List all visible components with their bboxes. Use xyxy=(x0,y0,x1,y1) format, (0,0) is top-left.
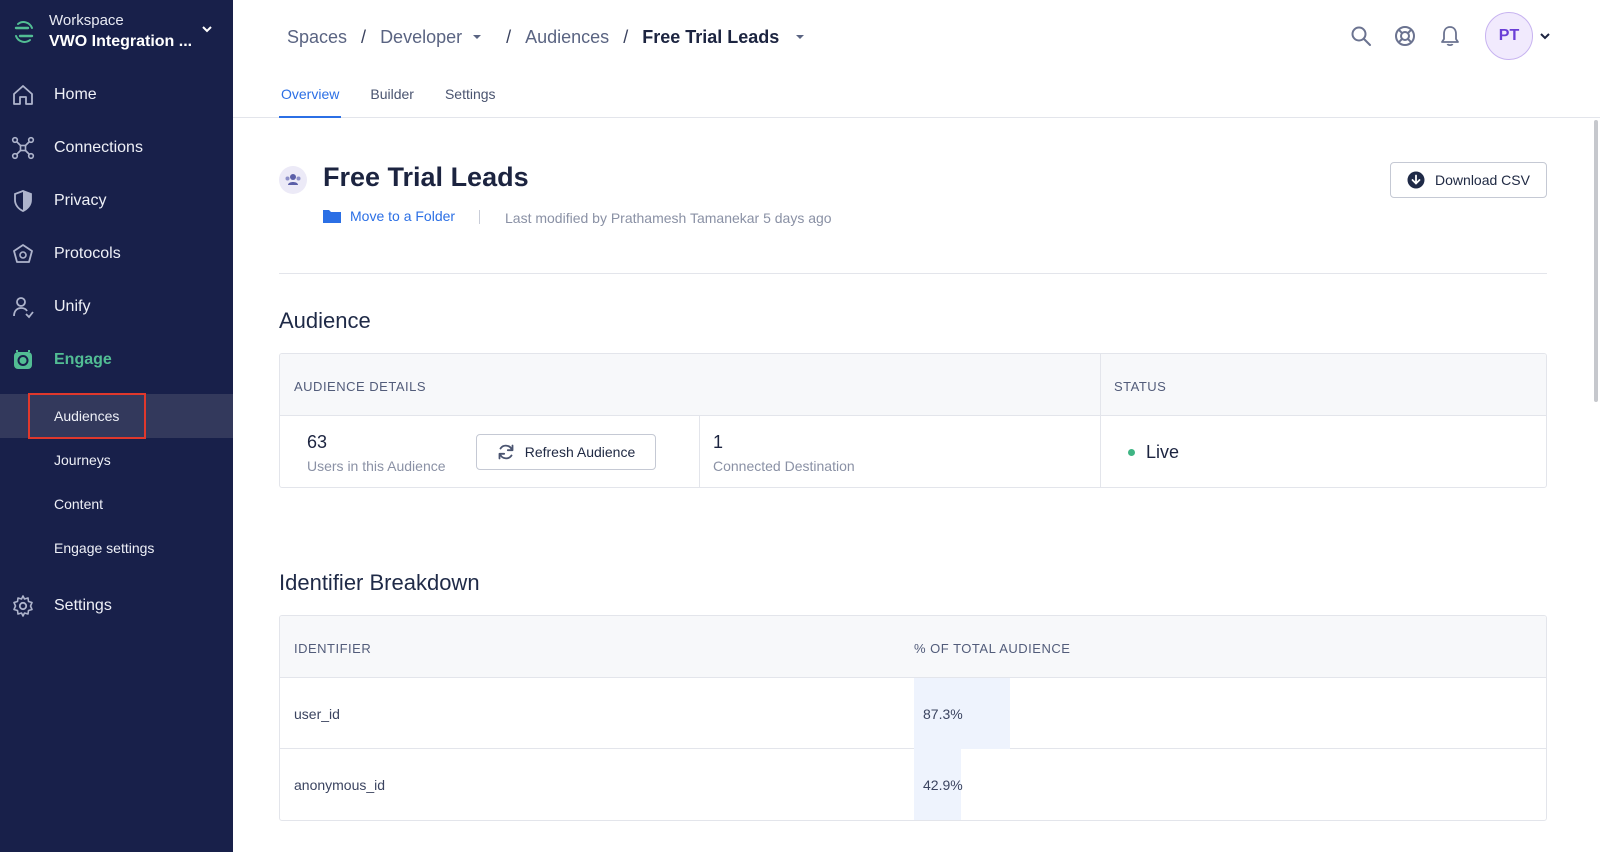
sidebar-item-privacy[interactable]: Privacy xyxy=(0,179,233,223)
workspace-label: Workspace xyxy=(49,12,124,29)
status-badge: Live xyxy=(1146,442,1180,462)
move-to-folder-link[interactable]: Move to a Folder xyxy=(323,208,455,224)
sidebar-subitem-content[interactable]: Content xyxy=(0,482,233,526)
sidebar-item-settings[interactable]: Settings xyxy=(0,584,233,628)
sidebar-item-label: Protocols xyxy=(54,245,121,262)
page-title: Free Trial Leads xyxy=(323,162,529,192)
sidebar-subitem-label: Content xyxy=(54,496,104,512)
sidebar-item-label: Privacy xyxy=(54,192,107,209)
sidebar-subitem-journeys[interactable]: Journeys xyxy=(0,438,233,482)
workspace-switcher[interactable]: Workspace VWO Integration ... xyxy=(12,10,222,56)
identifier-breakdown-table: IDENTIFIER % OF TOTAL AUDIENCE user_id 8… xyxy=(279,615,1547,821)
user-avatar[interactable]: PT xyxy=(1485,12,1533,60)
sidebar-item-label: Engage xyxy=(54,351,112,368)
audience-card-body: 63 Users in this Audience Refresh Audien… xyxy=(280,416,1546,487)
live-status-dot xyxy=(1128,449,1135,456)
caret-down-icon[interactable] xyxy=(795,32,805,42)
home-icon xyxy=(13,85,33,105)
sidebar-item-engage[interactable]: Engage xyxy=(0,338,233,382)
protocols-icon xyxy=(13,244,33,263)
breadcrumb: Spaces / Developer / Audiences / Free Tr… xyxy=(287,24,805,50)
folder-icon xyxy=(323,210,341,223)
breadcrumb-separator: / xyxy=(506,26,512,47)
download-csv-button[interactable]: Download CSV xyxy=(1390,162,1547,198)
refresh-icon xyxy=(498,444,514,460)
destinations-label: Connected Destination xyxy=(713,458,855,474)
download-icon xyxy=(1407,171,1425,189)
shield-icon xyxy=(14,190,32,212)
last-modified-text: Last modified by Prathamesh Tamanekar 5 … xyxy=(505,210,832,226)
meta-divider xyxy=(479,210,480,224)
sidebar-subitem-label: Engage settings xyxy=(54,540,155,556)
users-count: 63 xyxy=(307,432,328,452)
sidebar-item-label: Unify xyxy=(54,298,91,315)
top-bar: Spaces / Developer / Audiences / Free Tr… xyxy=(233,0,1600,118)
status-header: STATUS xyxy=(1114,379,1167,394)
sidebar-item-home[interactable]: Home xyxy=(0,73,233,117)
sidebar-item-label: Connections xyxy=(54,139,143,156)
refresh-audience-button[interactable]: Refresh Audience xyxy=(476,434,656,470)
audience-icon xyxy=(279,166,307,194)
gear-icon xyxy=(13,595,33,617)
bell-icon[interactable] xyxy=(1439,25,1461,47)
chevron-down-icon[interactable] xyxy=(1539,30,1551,42)
identifier-percent: 42.9% xyxy=(923,777,963,793)
sidebar-subitem-label: Journeys xyxy=(54,452,111,468)
identifier-name: anonymous_id xyxy=(294,777,386,793)
search-icon[interactable] xyxy=(1350,25,1372,47)
table-row: anonymous_id 42.9% xyxy=(280,749,1546,820)
breadcrumb-spaces[interactable]: Spaces xyxy=(287,27,347,48)
breadcrumb-separator: / xyxy=(623,26,629,47)
tab-builder[interactable]: Builder xyxy=(368,80,416,118)
sidebar-item-connections[interactable]: Connections xyxy=(0,126,233,170)
breadcrumb-separator: / xyxy=(361,26,367,47)
help-icon[interactable] xyxy=(1394,25,1416,47)
download-csv-label: Download CSV xyxy=(1435,172,1530,188)
audience-details-card: AUDIENCE DETAILS STATUS 63 Users in this… xyxy=(279,353,1547,488)
identifier-percent: 87.3% xyxy=(923,706,963,722)
connections-icon xyxy=(11,136,35,160)
breadcrumb-developer[interactable]: Developer xyxy=(380,27,462,48)
sidebar-item-label: Home xyxy=(54,86,97,103)
column-header-percent: % OF TOTAL AUDIENCE xyxy=(914,641,1071,656)
sidebar: Workspace VWO Integration ... Home Conne… xyxy=(0,0,233,852)
audience-card-header: AUDIENCE DETAILS STATUS xyxy=(280,354,1546,416)
refresh-audience-label: Refresh Audience xyxy=(524,444,636,460)
workspace-name: VWO Integration ... xyxy=(49,33,193,50)
identifier-section-title: Identifier Breakdown xyxy=(279,570,480,595)
page-tabs: Overview Builder Settings xyxy=(279,80,525,118)
caret-down-icon[interactable] xyxy=(472,32,482,42)
breadcrumb-audiences[interactable]: Audiences xyxy=(525,27,609,48)
segment-logo-icon xyxy=(14,21,34,43)
main-content: Free Trial Leads Move to a Folder Last m… xyxy=(233,118,1600,852)
tab-settings[interactable]: Settings xyxy=(443,80,498,118)
column-header-identifier: IDENTIFIER xyxy=(294,641,372,656)
sidebar-item-protocols[interactable]: Protocols xyxy=(0,232,233,276)
identifier-table-header: IDENTIFIER % OF TOTAL AUDIENCE xyxy=(280,616,1546,678)
users-label: Users in this Audience xyxy=(307,458,446,474)
chevron-down-icon[interactable] xyxy=(200,22,214,36)
unify-icon xyxy=(13,297,34,319)
destinations-count: 1 xyxy=(713,432,724,452)
sidebar-item-unify[interactable]: Unify xyxy=(0,285,233,329)
move-to-folder-label: Move to a Folder xyxy=(350,208,456,224)
identifier-name: user_id xyxy=(294,706,340,722)
sidebar-subitem-engage-settings[interactable]: Engage settings xyxy=(0,526,233,570)
tab-overview[interactable]: Overview xyxy=(279,80,342,118)
audience-section-title: Audience xyxy=(279,308,371,333)
breadcrumb-current: Free Trial Leads xyxy=(642,26,780,47)
table-row: user_id 87.3% xyxy=(280,678,1546,749)
sidebar-item-label: Settings xyxy=(54,597,112,614)
highlight-box xyxy=(28,393,146,439)
audience-details-header: AUDIENCE DETAILS xyxy=(294,379,427,394)
section-divider xyxy=(279,273,1547,274)
engage-icon xyxy=(14,350,32,369)
